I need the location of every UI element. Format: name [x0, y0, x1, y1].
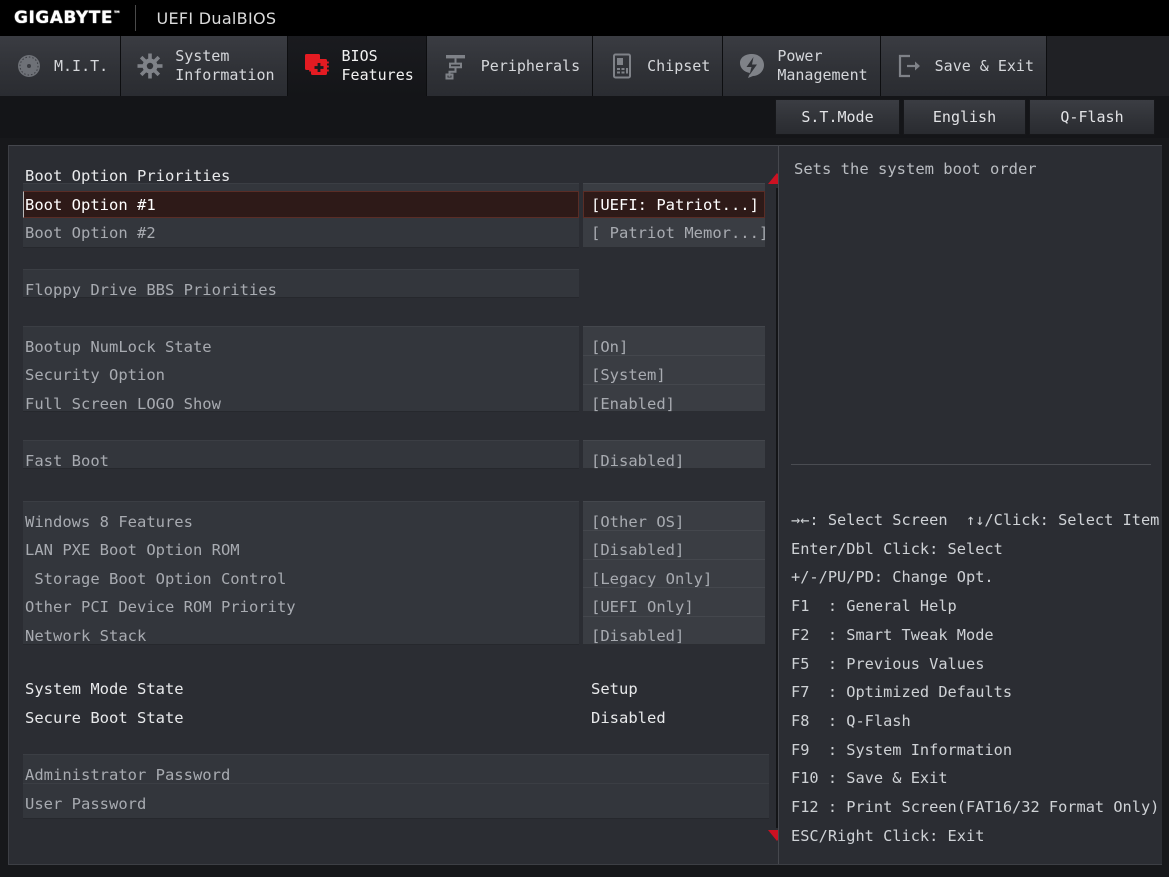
tab-label: Peripherals [480, 56, 581, 75]
setting-label[interactable]: Security Option [25, 361, 165, 389]
setting-label[interactable]: Administrator Password [25, 761, 230, 789]
setting-value[interactable]: [Legacy Only] [591, 565, 712, 593]
language-button[interactable]: English [903, 99, 1026, 135]
help-key-line: Enter/Dbl Click: Select [791, 539, 1003, 558]
setting-label: Boot Option Priorities [25, 167, 231, 185]
help-key-line: →←: Select Screen ↑↓/Click: Select Item [791, 511, 1160, 529]
gigabyte-logo-text: GIGABYTE [14, 8, 113, 28]
tab-save-exit[interactable]: Save & Exit [880, 36, 1047, 96]
setting-label[interactable]: Bootup NumLock State [25, 333, 212, 361]
setting-label[interactable]: Fast Boot [25, 447, 109, 475]
uefi-subtitle: UEFI DualBIOS [156, 8, 277, 28]
help-divider [791, 464, 1151, 465]
settings-pane: Boot Option Priorities Boot Option #1 [UEF… [9, 146, 769, 864]
setting-label[interactable]: Other PCI Device ROM Priority [25, 593, 296, 621]
trademark-mark: ™ [112, 9, 122, 19]
tab-power-management[interactable]: Power Management [723, 36, 881, 96]
dial-icon [14, 51, 44, 81]
footer-strip [0, 866, 1169, 877]
help-pane: Sets the system boot order →←: Select Sc… [779, 146, 1162, 864]
help-description: Sets the system boot order [794, 160, 1037, 178]
setting-label[interactable]: Storage Boot Option Control [25, 565, 286, 593]
chipset-icon [607, 51, 637, 81]
tab-label: BIOS Features [341, 47, 414, 84]
tab-label: Chipset [647, 56, 711, 75]
setting-value: Setup [591, 680, 638, 698]
help-key-line: F2 : Smart Tweak Mode [791, 625, 994, 644]
setting-label[interactable]: Full Screen LOGO Show [25, 390, 221, 418]
setting-value[interactable]: [On] [591, 333, 628, 361]
setting-value[interactable]: [System] [591, 361, 666, 389]
tab-bios-features[interactable]: BIOS Features [287, 36, 427, 96]
setting-label[interactable]: Network Stack [25, 622, 146, 650]
tab-label: System Information [175, 47, 275, 84]
content-frame: Boot Option Priorities Boot Option #1 [UEF… [8, 145, 1162, 865]
setting-value[interactable]: [UEFI: Patriot...] [591, 191, 759, 219]
tab-peripherals[interactable]: Peripherals [426, 36, 594, 96]
help-key-list: →←: Select Screen ↑↓/Click: Select Item E… [791, 506, 1163, 850]
setting-value[interactable]: [Disabled] [591, 447, 684, 475]
exit-door-icon [895, 51, 925, 81]
tab-label: M.I.T. [54, 56, 109, 75]
setting-label[interactable]: Secure Boot State [25, 704, 184, 732]
help-key-line: F10 : Save & Exit [791, 769, 948, 788]
main-tabstrip: M.I.T. System Information BIOS Features Per… [0, 36, 1169, 96]
help-key-line: F7 : Optimized Defaults [791, 683, 1013, 702]
setting-label[interactable]: System Mode State [25, 675, 184, 703]
tab-label: Power Management [777, 47, 868, 84]
tab-m-i-t[interactable]: M.I.T. [0, 36, 122, 96]
bios-chip-icon [302, 51, 332, 81]
help-key-line: +/-/PU/PD: Change Opt. [791, 568, 994, 587]
tab-system-information[interactable]: System Information [121, 36, 288, 96]
tab-chipset[interactable]: Chipset [593, 36, 724, 96]
setting-value: Disabled [591, 709, 666, 727]
tab-label: Save & Exit [934, 56, 1034, 75]
help-key-line: F9 : System Information [791, 740, 1013, 759]
setting-value[interactable]: [Enabled] [591, 390, 675, 418]
setting-value[interactable]: [Other OS] [591, 508, 684, 536]
setting-label[interactable]: Floppy Drive BBS Priorities [25, 276, 277, 304]
setting-label[interactable]: LAN PXE Boot Option ROM [25, 536, 240, 564]
setting-value[interactable]: [UEFI Only] [591, 593, 694, 621]
help-key-line: F8 : Q-Flash [791, 711, 911, 730]
brand-bar: GIGABYTE™ UEFI DualBIOS [0, 0, 1169, 36]
setting-value[interactable]: [Disabled] [591, 536, 684, 564]
gigabyte-logo: GIGABYTE™ [0, 8, 135, 28]
setting-value[interactable]: [Disabled] [591, 622, 684, 650]
setting-label[interactable]: Boot Option #1 [25, 191, 156, 219]
st-mode-button[interactable]: S.T.Mode [775, 99, 900, 135]
setting-label[interactable]: Boot Option #2 [25, 219, 156, 247]
setting-label[interactable]: Windows 8 Features [25, 508, 193, 536]
secondary-toolbar: S.T.Mode English Q-Flash [0, 96, 1169, 138]
help-key-line: ESC/Right Click: Exit [791, 826, 985, 845]
q-flash-button[interactable]: Q-Flash [1029, 99, 1155, 135]
peripherals-icon [441, 51, 471, 81]
setting-value[interactable]: [ Patriot Memor...] [591, 219, 768, 247]
setting-label[interactable]: User Password [25, 790, 146, 818]
help-key-line: F1 : General Help [791, 597, 957, 616]
help-key-line: F12 : Print Screen(FAT16/32 Format Only) [791, 798, 1160, 817]
power-bolt-icon [737, 51, 767, 81]
gear-icon [135, 51, 165, 81]
help-key-line: F5 : Previous Values [791, 654, 985, 673]
